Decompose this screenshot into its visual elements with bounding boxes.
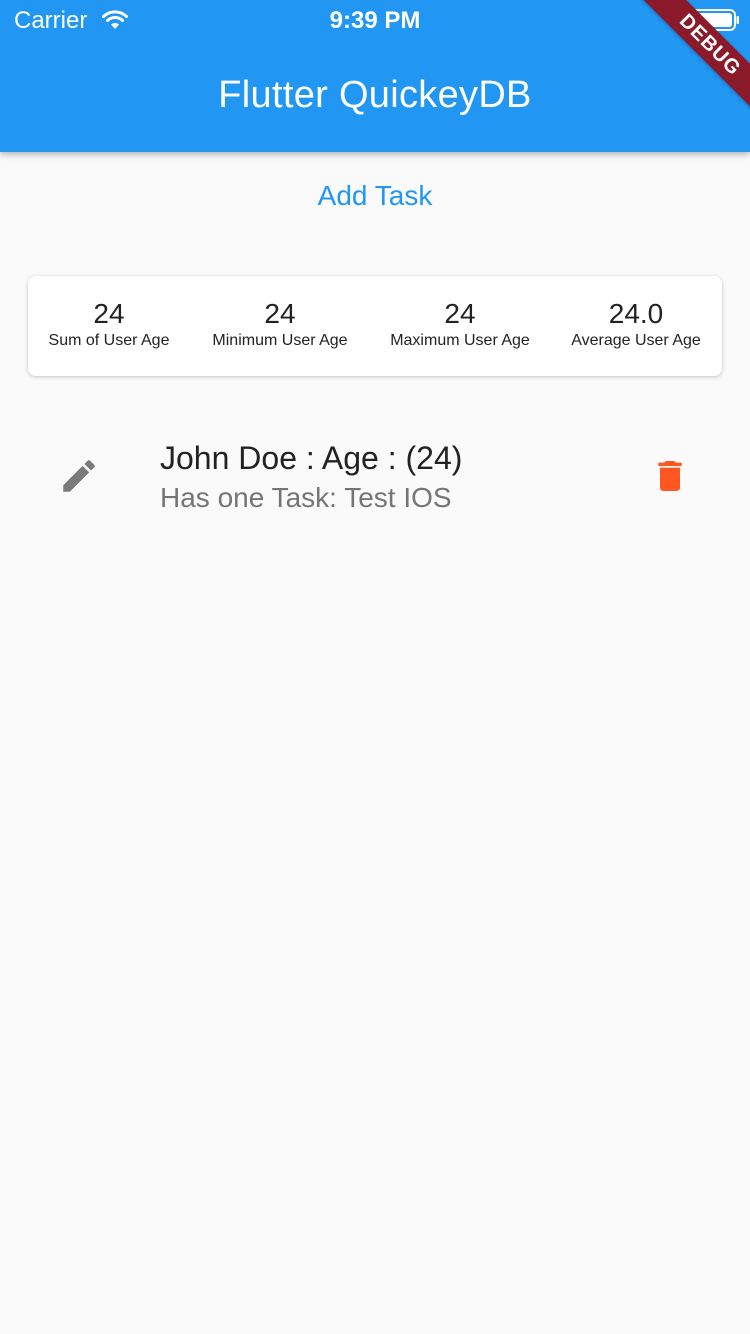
stat-avg-value: 24.0 [608, 298, 664, 329]
stat-sum-label: Sum of User Age [48, 332, 170, 349]
stat-min: 24 Minimum User Age [200, 298, 360, 350]
stats-card: 24 Sum of User Age 24 Minimum User Age 2… [28, 276, 722, 376]
add-task-button[interactable]: Add Task [0, 180, 750, 212]
status-time: 9:39 PM [329, 7, 421, 34]
stat-avg: 24.0 Average User Age [560, 298, 712, 350]
stat-avg-label: Average User Age [571, 332, 701, 349]
stat-max-label: Maximum User Age [390, 332, 530, 349]
stat-min-label: Minimum User Age [212, 332, 348, 349]
stat-sum: 24 Sum of User Age [44, 298, 174, 350]
app-bar: Carrier 9:39 PM Flutter QuickeyDB DEBUG [0, 0, 750, 152]
stat-max-value: 24 [444, 298, 476, 329]
stat-sum-value: 24 [93, 298, 125, 329]
stat-max: 24 Maximum User Age [380, 298, 540, 350]
user-subtitle: Has one Task: Test IOS [160, 482, 452, 513]
user-title: John Doe : Age : (24) [160, 440, 463, 476]
page-title: Flutter QuickeyDB [218, 74, 532, 116]
status-bar: Carrier 9:39 PM [0, 0, 750, 40]
stat-min-value: 24 [264, 298, 296, 329]
pencil-icon[interactable] [58, 455, 100, 497]
trash-icon[interactable] [650, 455, 690, 497]
